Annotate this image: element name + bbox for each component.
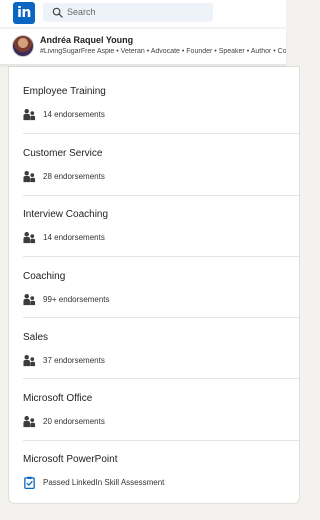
profile-tagline: #LivingSugarFree Aspie • Veteran • Advoc… — [40, 48, 286, 55]
endorsement-count[interactable]: 28 endorsements — [43, 172, 105, 181]
skill-name[interactable]: Microsoft Office — [23, 393, 92, 404]
endorsement-count[interactable]: 37 endorsements — [43, 356, 105, 365]
endorsement-count[interactable]: 99+ endorsements — [43, 295, 110, 304]
skill-item[interactable]: Employee Training 14 endorsements — [9, 72, 299, 133]
skill-assessment-status[interactable]: Passed LinkedIn Skill Assessment — [43, 478, 164, 487]
assessment-clipboard-icon — [24, 476, 35, 489]
top-nav-bar: in — [0, 0, 286, 27]
profile-name[interactable]: Andréa Raquel Young — [40, 35, 133, 45]
skill-name[interactable]: Sales — [23, 332, 48, 343]
search-input[interactable] — [67, 3, 207, 22]
skill-item[interactable]: Coaching 99+ endorsements — [9, 257, 299, 318]
avatar[interactable] — [12, 35, 34, 57]
skill-name[interactable]: Interview Coaching — [23, 209, 108, 220]
skill-item[interactable]: Customer Service 28 endorsements — [9, 134, 299, 195]
skills-card: Employee Training 14 endorsements Custom… — [9, 67, 299, 503]
people-icon — [23, 171, 36, 183]
endorsement-count[interactable]: 20 endorsements — [43, 417, 105, 426]
people-icon — [23, 109, 36, 121]
people-icon — [23, 355, 36, 367]
skill-item[interactable]: Interview Coaching 14 endorsements — [9, 195, 299, 256]
skill-name[interactable]: Microsoft PowerPoint — [23, 454, 117, 465]
people-icon — [23, 416, 36, 428]
people-icon — [23, 294, 36, 306]
skill-item[interactable]: Microsoft PowerPoint Passed LinkedIn Ski… — [9, 440, 299, 501]
skill-name[interactable]: Customer Service — [23, 148, 102, 159]
linkedin-logo[interactable]: in — [13, 2, 35, 24]
profile-sticky-header: Andréa Raquel Young #LivingSugarFree Asp… — [0, 29, 286, 65]
skill-name[interactable]: Coaching — [23, 271, 65, 282]
skill-item[interactable]: Microsoft Office 20 endorsements — [9, 379, 299, 440]
endorsement-count[interactable]: 14 endorsements — [43, 110, 105, 119]
search-box[interactable] — [43, 3, 213, 22]
search-icon — [52, 7, 63, 18]
endorsement-count[interactable]: 14 endorsements — [43, 233, 105, 242]
skill-item[interactable]: Sales 37 endorsements — [9, 318, 299, 379]
people-icon — [23, 232, 36, 244]
skill-name[interactable]: Employee Training — [23, 86, 106, 97]
